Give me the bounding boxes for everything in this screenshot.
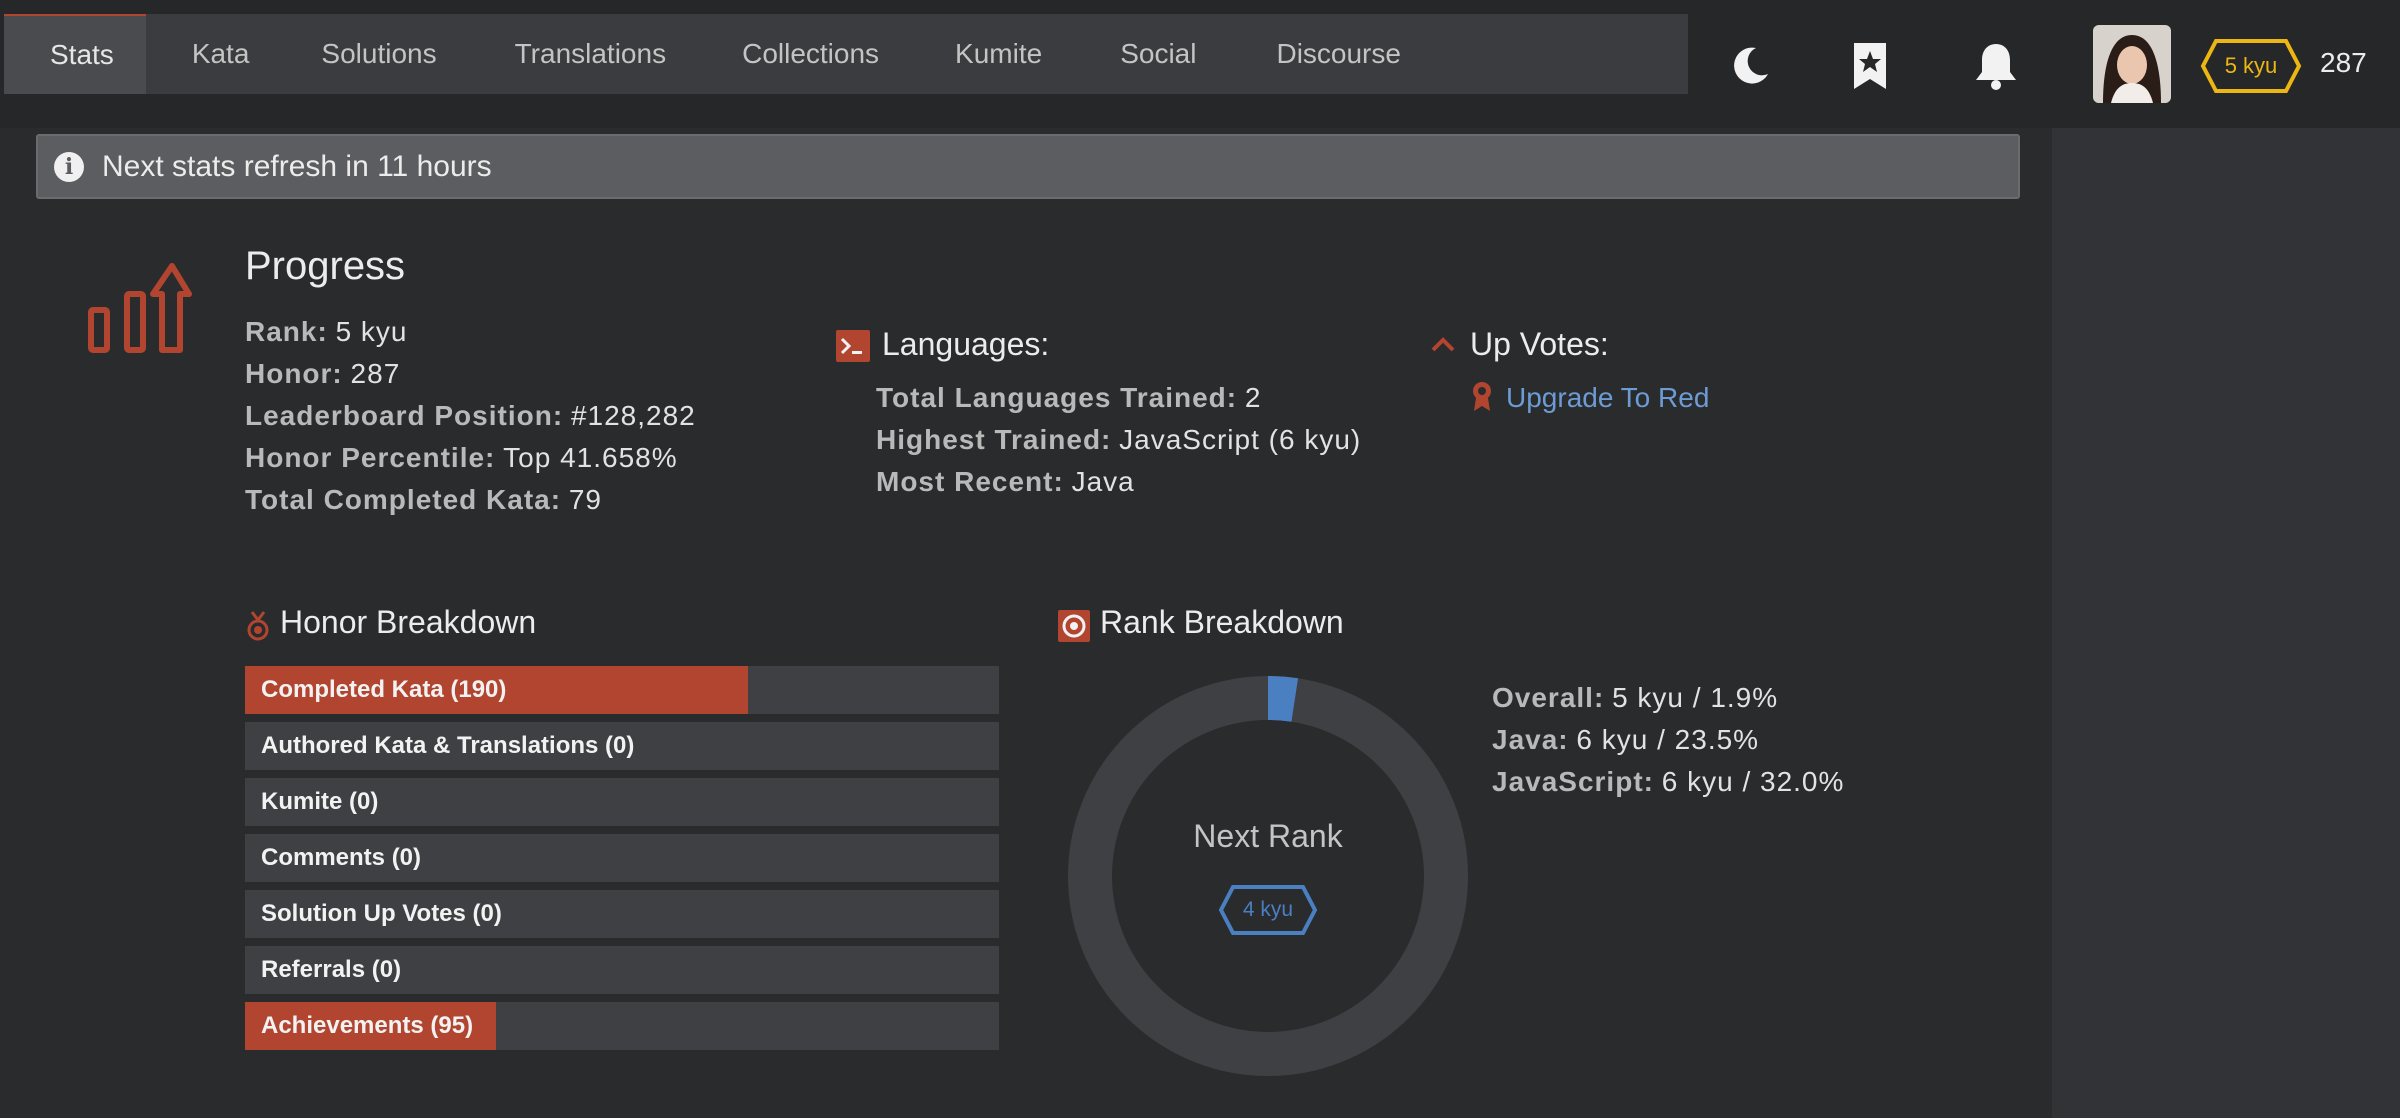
tab-discourse[interactable]: Discourse — [1236, 14, 1440, 94]
percentile-row: Honor Percentile: Top 41.658% — [245, 442, 678, 473]
ribbon-icon — [1470, 380, 1494, 417]
chevron-up-icon — [1430, 334, 1456, 359]
honor-bar: Achievements (95) — [245, 1002, 999, 1050]
rank-badge[interactable]: 5 kyu — [2200, 38, 2302, 94]
honor-bar-label: Kumite (0) — [261, 788, 379, 815]
honor-row: Honor: 287 — [245, 358, 401, 389]
total-languages-row: Total Languages Trained: 2 — [876, 382, 1262, 413]
honor-bar: Authored Kata & Translations (0) — [245, 722, 999, 770]
honor-bar-label: Authored Kata & Translations (0) — [261, 732, 635, 759]
honor-bar-label: Referrals (0) — [261, 956, 402, 983]
upgrade-to-red-link[interactable]: Upgrade To Red — [1506, 382, 1709, 414]
most-recent-row: Most Recent: Java — [876, 466, 1135, 497]
overall-rank-row: Overall: 5 kyu / 1.9% — [1492, 682, 1779, 713]
donut-progress-arc — [1267, 676, 1299, 722]
bell-icon[interactable] — [1968, 38, 2024, 94]
honor-bar: Completed Kata (190) — [245, 666, 999, 714]
rank-breakdown-title: Rank Breakdown — [1100, 604, 1344, 640]
tab-kumite[interactable]: Kumite — [917, 14, 1080, 94]
tab-solutions[interactable]: Solutions — [281, 14, 476, 94]
nav-tabs: Stats Kata Solutions Translations Collec… — [4, 14, 1688, 94]
next-rank-badge-label: 4 kyu — [1242, 898, 1294, 921]
top-bar: Stats Kata Solutions Translations Collec… — [0, 0, 2400, 128]
completed-row: Total Completed Kata: 79 — [245, 484, 602, 515]
progress-chart-icon — [86, 260, 192, 361]
honor-bar-label: Solution Up Votes (0) — [261, 900, 502, 927]
tab-social[interactable]: Social — [1080, 14, 1236, 94]
tab-collections[interactable]: Collections — [704, 14, 917, 94]
info-icon: i — [54, 151, 84, 182]
tab-kata[interactable]: Kata — [146, 14, 282, 94]
leaderboard-row: Leaderboard Position: #128,282 — [245, 400, 696, 431]
next-rank-badge: 4 kyu — [1218, 884, 1318, 936]
rank-row: Rank: 5 kyu — [245, 316, 408, 347]
tab-translations[interactable]: Translations — [477, 14, 704, 94]
notice-text: Next stats refresh in 11 hours — [102, 149, 492, 183]
terminal-icon — [836, 330, 870, 362]
donut-track — [1068, 676, 1468, 1076]
rank-donut: Next Rank 4 kyu — [1066, 674, 1470, 1078]
rank-badge-label: 5 kyu — [2224, 53, 2278, 78]
honor-bar-label: Achievements (95) — [261, 1012, 474, 1039]
honor-bar-label: Completed Kata (190) — [261, 676, 507, 703]
honor-score: 287 — [2320, 47, 2367, 78]
honor-bar: Referrals (0) — [245, 946, 999, 994]
tab-stats[interactable]: Stats — [4, 14, 146, 94]
honor-bar: Solution Up Votes (0) — [245, 890, 999, 938]
refresh-notice: i Next stats refresh in 11 hours — [36, 134, 2020, 199]
right-panel — [2052, 128, 2400, 1118]
progress-title: Progress — [245, 244, 406, 288]
highest-trained-row: Highest Trained: JavaScript (6 kyu) — [876, 424, 1362, 455]
target-icon — [1058, 610, 1090, 642]
honor-bar: Kumite (0) — [245, 778, 999, 826]
java-rank-row: Java: 6 kyu / 23.5% — [1492, 724, 1760, 755]
javascript-rank-row: JavaScript: 6 kyu / 32.0% — [1492, 766, 1845, 797]
upvotes-title: Up Votes: — [1470, 326, 1609, 362]
honor-breakdown-title: Honor Breakdown — [280, 604, 537, 640]
medal-icon — [246, 610, 270, 647]
honor-bar-label: Comments (0) — [261, 844, 422, 871]
honor-bar: Comments (0) — [245, 834, 999, 882]
languages-title: Languages: — [882, 326, 1050, 362]
moon-icon[interactable] — [1722, 38, 1778, 94]
bookmark-star-icon[interactable] — [1842, 38, 1898, 94]
avatar[interactable] — [2093, 25, 2171, 103]
next-rank-label: Next Rank — [1193, 818, 1343, 854]
